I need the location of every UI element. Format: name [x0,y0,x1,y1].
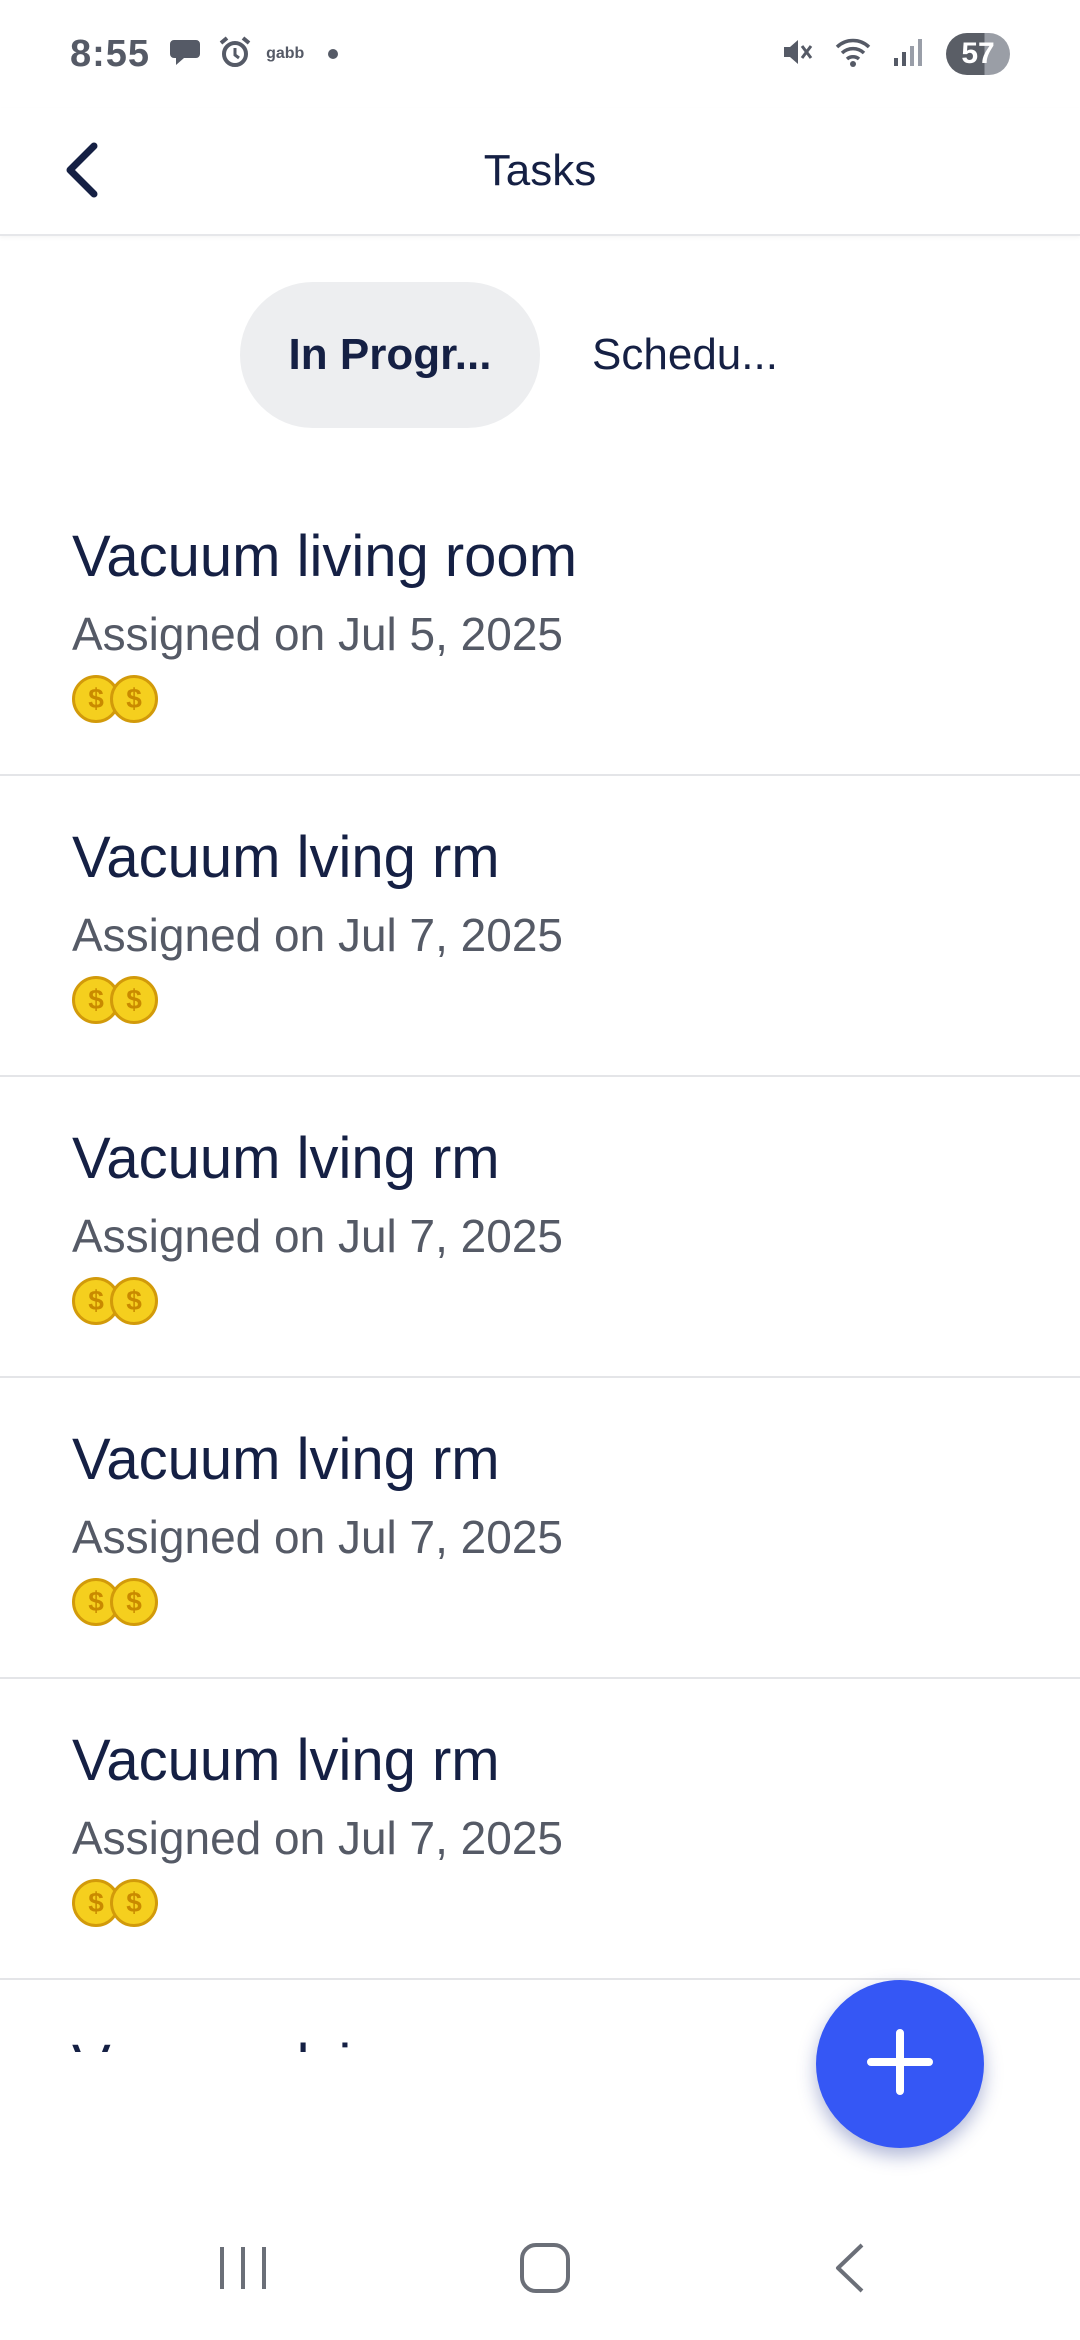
task-date: Assigned on Jul 5, 2025 [72,608,564,660]
coin-icon: $ [110,1879,158,1927]
battery-icon: 57 [946,33,1010,75]
add-task-button[interactable] [816,1980,984,2148]
system-back-button[interactable] [800,2220,900,2320]
task-title: Vacuum lving rm [72,2032,500,2052]
system-nav-bar [0,2200,1080,2340]
notification-dot [328,49,339,59]
carrier-label: gabb [266,45,305,62]
mute-icon [780,35,814,74]
task-row[interactable]: Vacuum lving rm Assigned on Jul 7, 2025 … [0,1679,1080,1980]
back-button[interactable] [40,130,124,214]
coin-icon: $ [110,976,158,1024]
alarm-icon [218,35,252,74]
task-title: Vacuum lving rm [72,825,500,890]
task-date: Assigned on Jul 7, 2025 [72,909,564,961]
plus-icon [865,2027,935,2102]
signal-icon [892,36,926,73]
chevron-left-icon [62,142,102,203]
home-button[interactable] [495,2220,595,2320]
coin-reward: $ $ [72,1277,162,1327]
status-right-icons: 57 [780,33,1010,75]
task-title: Vacuum lving rm [72,1126,500,1191]
task-title: Vacuum living room [72,524,578,589]
screen: 8:55 gabb 57 Tasks In Progr... Schedu...… [0,0,1080,2340]
recent-apps-icon [216,2243,270,2298]
coin-reward: $ $ [72,1578,162,1628]
page-title: Tasks [483,146,597,195]
task-list: Vacuum living room Assigned on Jul 5, 20… [0,475,1080,1980]
status-left-icons: gabb [170,35,339,74]
task-row[interactable]: Vacuum lving rm Assigned on Jul 7, 2025 … [0,1077,1080,1378]
back-icon [830,2241,870,2300]
task-date: Assigned on Jul 7, 2025 [72,1210,564,1262]
chat-icon [170,36,204,73]
tab-in-progress[interactable]: In Progr... [240,282,540,428]
tab-scheduled[interactable]: Schedu... [560,282,810,428]
task-row[interactable]: Vacuum lving rm Assigned on Jul 7, 2025 … [0,776,1080,1077]
coin-icon: $ [110,1578,158,1626]
status-bar: 8:55 gabb 57 [0,0,1080,108]
task-title: Vacuum lving rm [72,1728,500,1793]
app-header: Tasks [0,108,1080,236]
status-time: 8:55 [70,32,151,75]
task-date: Assigned on Jul 7, 2025 [72,1511,564,1563]
task-date: Assigned on Jul 7, 2025 [72,1812,564,1864]
coin-reward: $ $ [72,976,162,1026]
coin-icon: $ [110,1277,158,1325]
home-icon [518,2241,572,2300]
recent-apps-button[interactable] [193,2220,293,2320]
coin-reward: $ $ [72,1879,162,1929]
tab-bar: In Progr... Schedu... [0,282,1080,428]
wifi-icon [834,36,872,73]
task-row[interactable]: Vacuum living room Assigned on Jul 5, 20… [0,475,1080,776]
task-title: Vacuum lving rm [72,1427,500,1492]
coin-icon: $ [110,675,158,723]
task-row[interactable]: Vacuum lving rm Assigned on Jul 7, 2025 … [0,1378,1080,1679]
coin-reward: $ $ [72,675,162,725]
